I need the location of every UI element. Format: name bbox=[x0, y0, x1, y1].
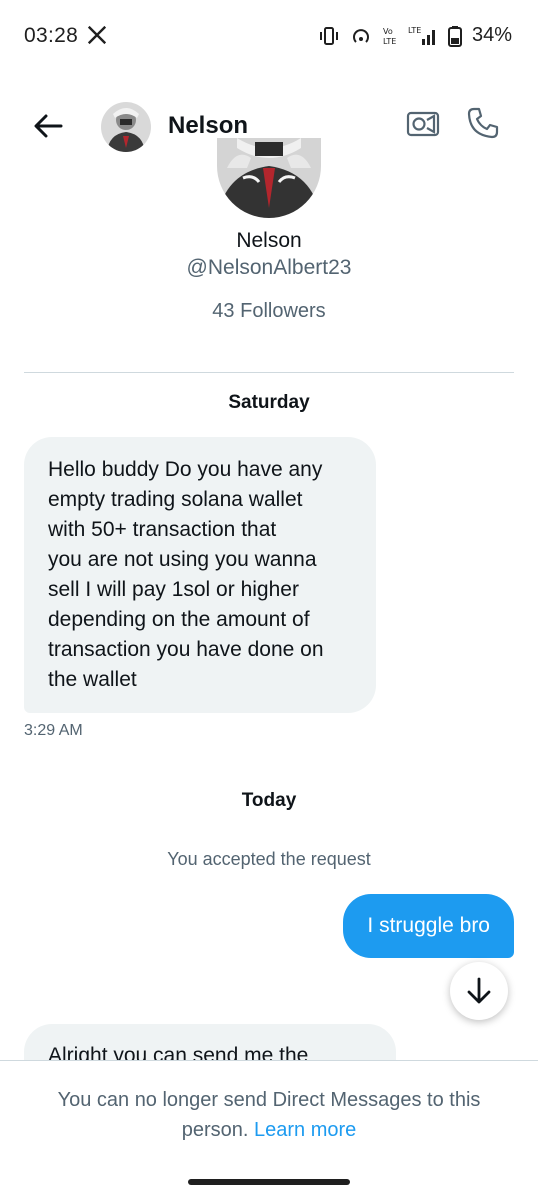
svg-text:LTE: LTE bbox=[383, 37, 396, 46]
arrow-left-icon bbox=[34, 114, 63, 138]
message-line: the wallet bbox=[48, 668, 137, 691]
divider bbox=[24, 372, 514, 373]
status-bar: 03:28 Vo LTE LTE 34% bbox=[0, 0, 538, 72]
arrow-down-icon bbox=[467, 977, 491, 1004]
followers-count[interactable]: 43 Followers bbox=[0, 300, 538, 323]
received-message[interactable]: Hello buddy Do you have any empty tradin… bbox=[24, 437, 376, 713]
volte-icon: Vo LTE bbox=[383, 27, 396, 46]
message-line: sell I will pay 1sol or higher bbox=[48, 578, 299, 601]
battery-percent: 34% bbox=[471, 24, 512, 46]
message-line: empty trading solana wallet bbox=[48, 488, 303, 511]
message-timestamp: 3:29 AM bbox=[24, 722, 83, 739]
message-line: transaction you have done on bbox=[48, 638, 324, 661]
battery-icon bbox=[447, 25, 462, 47]
date-separator-today: Today bbox=[241, 790, 297, 811]
contact-name[interactable]: Nelson bbox=[168, 112, 248, 140]
dm-restricted-footer: You can no longer send Direct Messages t… bbox=[0, 1060, 538, 1200]
hotspot-icon bbox=[353, 28, 369, 43]
request-accepted-notice: You accepted the request bbox=[167, 849, 371, 869]
status-time: 03:28 bbox=[24, 24, 79, 47]
home-indicator[interactable] bbox=[188, 1179, 350, 1185]
sent-message[interactable]: I struggle bro bbox=[343, 894, 514, 958]
learn-more-link[interactable]: Learn more bbox=[254, 1119, 356, 1141]
phone-call-icon[interactable] bbox=[466, 106, 500, 140]
message-line: Hello buddy Do you have any bbox=[48, 458, 323, 481]
back-button[interactable] bbox=[28, 108, 68, 144]
x-logo-icon bbox=[87, 25, 107, 45]
lte-signal-icon: LTE bbox=[408, 26, 435, 45]
scroll-to-bottom-button[interactable] bbox=[450, 962, 508, 1020]
profile-name: Nelson bbox=[236, 229, 302, 252]
message-line: you are not using you wanna bbox=[48, 548, 317, 571]
avatar[interactable] bbox=[101, 102, 151, 152]
dm-restricted-notice: You can no longer send Direct Messages t… bbox=[30, 1085, 508, 1145]
message-line: depending on the amount of bbox=[48, 608, 310, 631]
message-line: with 50+ transaction that bbox=[48, 518, 277, 541]
svg-text:Vo: Vo bbox=[383, 27, 393, 36]
video-call-icon[interactable] bbox=[406, 110, 440, 138]
profile-handle: @NelsonAlbert23 bbox=[186, 256, 352, 279]
svg-text:LTE: LTE bbox=[408, 26, 421, 35]
vibrate-icon bbox=[319, 26, 338, 45]
profile-avatar[interactable] bbox=[217, 138, 321, 218]
date-separator-saturday: Saturday bbox=[228, 392, 310, 413]
